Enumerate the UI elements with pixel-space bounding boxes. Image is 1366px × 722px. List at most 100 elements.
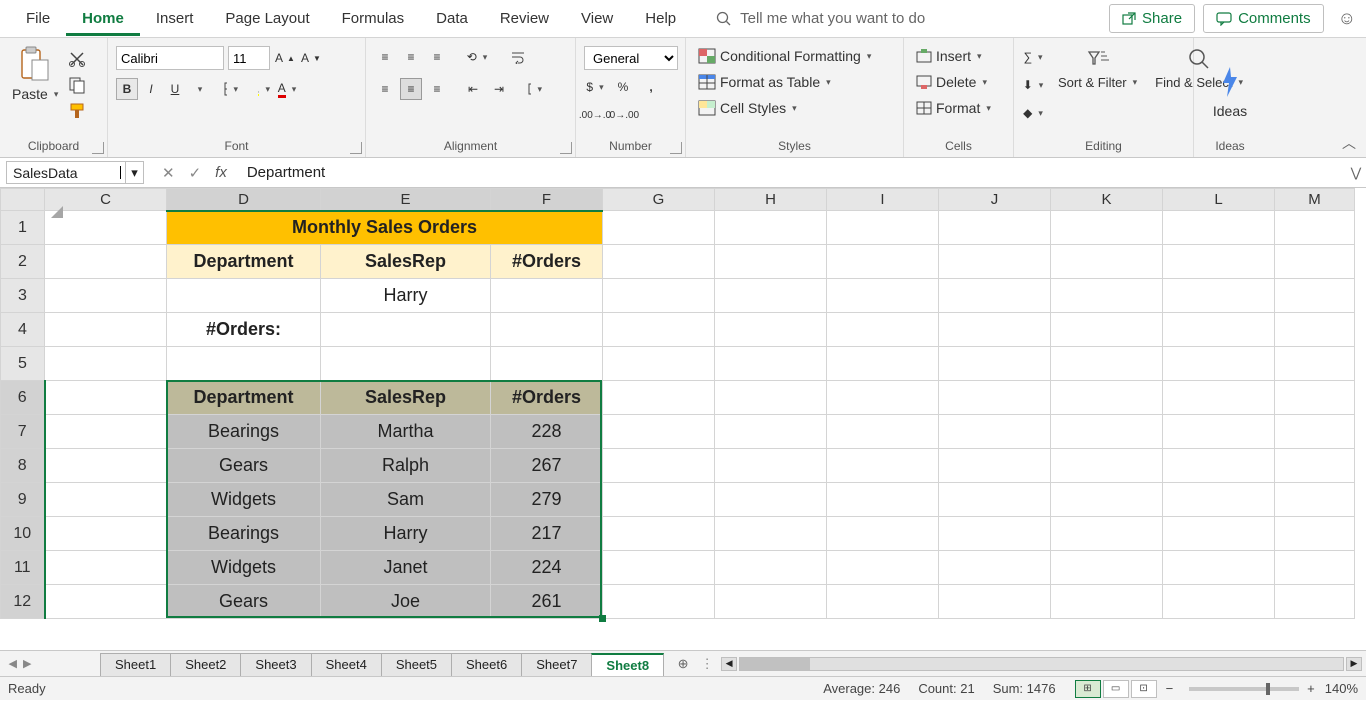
cell-M9[interactable] xyxy=(1275,483,1355,517)
align-center-icon[interactable]: ≡ xyxy=(400,78,422,100)
clear-icon[interactable]: ◆ xyxy=(1022,102,1044,124)
sort-filter-icon[interactable] xyxy=(1085,46,1111,72)
cell-I5[interactable] xyxy=(827,347,939,381)
cell-E2[interactable]: SalesRep xyxy=(321,245,491,279)
fill-color-button[interactable] xyxy=(252,78,274,100)
tab-home[interactable]: Home xyxy=(66,2,140,36)
row-header-4[interactable]: 4 xyxy=(1,313,45,347)
cell-K6[interactable] xyxy=(1051,381,1163,415)
col-header-I[interactable]: I xyxy=(827,189,939,211)
cell-L5[interactable] xyxy=(1163,347,1275,381)
spreadsheet-grid[interactable]: CDEFGHIJKLM1Monthly Sales Orders2Departm… xyxy=(0,188,1366,650)
cell-H8[interactable] xyxy=(715,449,827,483)
cell-D3[interactable] xyxy=(167,279,321,313)
name-box-dropdown[interactable]: ▾ xyxy=(126,161,144,184)
row-header-7[interactable]: 7 xyxy=(1,415,45,449)
cell-G6[interactable] xyxy=(603,381,715,415)
align-bottom-icon[interactable]: ≡ xyxy=(426,46,448,68)
sheet-tab-sheet1[interactable]: Sheet1 xyxy=(100,653,171,676)
cell-G11[interactable] xyxy=(603,551,715,585)
col-header-L[interactable]: L xyxy=(1163,189,1275,211)
cut-icon[interactable] xyxy=(68,50,86,68)
decrease-indent-icon[interactable]: ⇤ xyxy=(462,78,484,100)
view-page-layout-button[interactable]: ▭ xyxy=(1103,680,1129,698)
cell-C7[interactable] xyxy=(45,415,167,449)
cell-D5[interactable] xyxy=(167,347,321,381)
cell-J2[interactable] xyxy=(939,245,1051,279)
zoom-in-button[interactable]: + xyxy=(1307,681,1315,696)
sheet-tab-sheet8[interactable]: Sheet8 xyxy=(591,653,664,676)
alignment-dialog-launcher[interactable] xyxy=(560,142,572,154)
cell-J9[interactable] xyxy=(939,483,1051,517)
col-header-C[interactable]: C xyxy=(45,189,167,211)
font-dialog-launcher[interactable] xyxy=(350,142,362,154)
name-box[interactable]: SalesData xyxy=(6,161,126,184)
cell-J10[interactable] xyxy=(939,517,1051,551)
sheet-tab-sheet2[interactable]: Sheet2 xyxy=(170,653,241,676)
cell-D8[interactable]: Gears xyxy=(167,449,321,483)
view-page-break-button[interactable]: ⊡ xyxy=(1131,680,1157,698)
cell-C9[interactable] xyxy=(45,483,167,517)
delete-cells-button[interactable]: Delete xyxy=(912,72,991,92)
conditional-formatting-button[interactable]: Conditional Formatting xyxy=(694,46,875,66)
cell-H4[interactable] xyxy=(715,313,827,347)
cell-D9[interactable]: Widgets xyxy=(167,483,321,517)
cell-F6[interactable]: #Orders xyxy=(491,381,603,415)
cell-J3[interactable] xyxy=(939,279,1051,313)
cell-M10[interactable] xyxy=(1275,517,1355,551)
expand-formula-bar-icon[interactable]: ⋁ xyxy=(1346,158,1366,187)
cell-K8[interactable] xyxy=(1051,449,1163,483)
horizontal-scrollbar[interactable]: ◀ ▶ xyxy=(717,651,1366,676)
col-header-D[interactable]: D xyxy=(167,189,321,211)
tab-formulas[interactable]: Formulas xyxy=(326,2,421,36)
format-painter-icon[interactable] xyxy=(68,102,86,120)
row-header-3[interactable]: 3 xyxy=(1,279,45,313)
cell-M4[interactable] xyxy=(1275,313,1355,347)
sheet-tab-sheet7[interactable]: Sheet7 xyxy=(521,653,592,676)
fill-icon[interactable]: ⬇ xyxy=(1022,74,1044,96)
accounting-format-icon[interactable]: $ xyxy=(584,76,606,98)
orientation-icon[interactable]: ⟲ xyxy=(466,46,488,68)
cell-F12[interactable]: 261 xyxy=(491,585,603,619)
comments-button[interactable]: Comments xyxy=(1203,4,1324,33)
cell-F7[interactable]: 228 xyxy=(491,415,603,449)
tab-file[interactable]: File xyxy=(10,2,66,36)
cell-L1[interactable] xyxy=(1163,211,1275,245)
tell-me-search[interactable]: Tell me what you want to do xyxy=(716,10,925,27)
row-header-10[interactable]: 10 xyxy=(1,517,45,551)
selection-fill-handle[interactable] xyxy=(599,615,606,622)
zoom-slider[interactable] xyxy=(1189,687,1299,691)
cell-F5[interactable] xyxy=(491,347,603,381)
add-sheet-button[interactable]: ⊕ xyxy=(669,651,697,676)
cell-C10[interactable] xyxy=(45,517,167,551)
format-as-table-button[interactable]: Format as Table xyxy=(694,72,835,92)
cell-C3[interactable] xyxy=(45,279,167,313)
underline-button[interactable]: U xyxy=(164,78,186,100)
cell-C2[interactable] xyxy=(45,245,167,279)
italic-button[interactable]: I xyxy=(140,78,162,100)
col-header-G[interactable]: G xyxy=(603,189,715,211)
col-header-K[interactable]: K xyxy=(1051,189,1163,211)
cell-L9[interactable] xyxy=(1163,483,1275,517)
cell-C5[interactable] xyxy=(45,347,167,381)
cell-I12[interactable] xyxy=(827,585,939,619)
cell-I7[interactable] xyxy=(827,415,939,449)
cell-M6[interactable] xyxy=(1275,381,1355,415)
row-header-5[interactable]: 5 xyxy=(1,347,45,381)
cell-D6[interactable]: Department xyxy=(167,381,321,415)
bold-button[interactable]: B xyxy=(116,78,138,100)
cell-G7[interactable] xyxy=(603,415,715,449)
tab-review[interactable]: Review xyxy=(484,2,565,36)
scroll-right-button[interactable]: ▶ xyxy=(1346,657,1362,671)
cell-I11[interactable] xyxy=(827,551,939,585)
cell-M1[interactable] xyxy=(1275,211,1355,245)
cell-M8[interactable] xyxy=(1275,449,1355,483)
format-cells-button[interactable]: Format xyxy=(912,98,995,118)
cell-D1[interactable]: Monthly Sales Orders xyxy=(167,211,603,245)
cell-F2[interactable]: #Orders xyxy=(491,245,603,279)
increase-font-icon[interactable]: A▲ xyxy=(274,47,296,69)
cell-E5[interactable] xyxy=(321,347,491,381)
cell-L6[interactable] xyxy=(1163,381,1275,415)
cell-L12[interactable] xyxy=(1163,585,1275,619)
cell-G2[interactable] xyxy=(603,245,715,279)
